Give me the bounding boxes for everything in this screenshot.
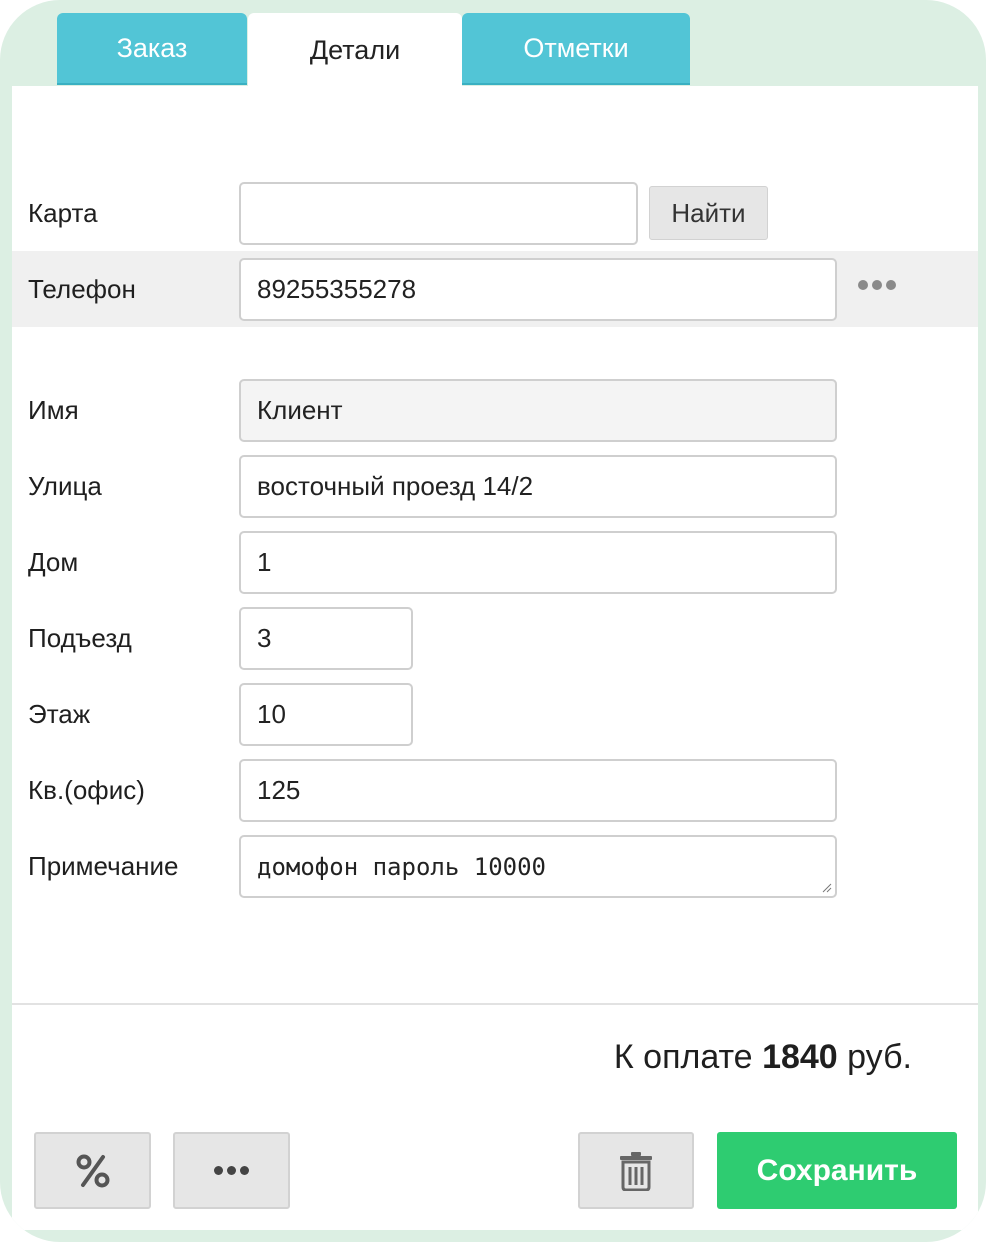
floor-label: Этаж (28, 699, 91, 729)
apartment-label: Кв.(офис) (28, 775, 145, 805)
resize-grip-icon[interactable] (822, 883, 832, 893)
phone-label: Телефон (28, 274, 136, 304)
order-details-window: Заказ Детали Отметки Карта Найти Телефон… (0, 0, 986, 1242)
tab-notes-label: Отметки (523, 32, 629, 63)
entrance-label: Подъезд (28, 623, 132, 653)
entrance-input[interactable]: 3 (239, 607, 413, 670)
apartment-input[interactable]: 125 (239, 759, 837, 822)
name-label: Имя (28, 395, 79, 425)
discount-button[interactable] (34, 1132, 151, 1209)
find-button[interactable]: Найти (649, 186, 768, 240)
total-currency: руб. (847, 1038, 912, 1076)
note-label: Примечание (28, 851, 179, 881)
phone-more-button[interactable] (858, 280, 904, 296)
more-dots-icon (858, 280, 904, 290)
floor-input[interactable]: 10 (239, 683, 413, 746)
tab-details-label: Детали (309, 35, 401, 65)
street-input[interactable]: восточный проезд 14/2 (239, 455, 837, 518)
save-button[interactable]: Сохранить (717, 1132, 957, 1209)
more-actions-button[interactable] (173, 1132, 290, 1209)
find-button-label: Найти (671, 197, 746, 228)
tab-notes[interactable]: Отметки (462, 13, 690, 85)
footer-divider (12, 1003, 978, 1005)
phone-input[interactable]: 89255355278 (239, 258, 837, 321)
tab-details[interactable]: Детали (248, 13, 462, 88)
trash-icon (620, 1151, 652, 1191)
total-value: 1840 (762, 1038, 838, 1076)
house-label: Дом (28, 547, 79, 577)
details-panel: Карта Найти Телефон 89255355278 Имя Клие… (12, 86, 978, 1230)
save-button-label: Сохранить (756, 1153, 918, 1187)
name-input[interactable]: Клиент (239, 379, 837, 442)
total-prefix: К оплате (613, 1038, 753, 1076)
street-label: Улица (28, 471, 102, 501)
card-input[interactable] (239, 182, 638, 245)
tab-order[interactable]: Заказ (57, 13, 247, 85)
house-input[interactable]: 1 (239, 531, 837, 594)
tab-order-label: Заказ (116, 32, 188, 63)
delete-button[interactable] (578, 1132, 694, 1209)
percent-icon (76, 1154, 109, 1187)
note-textarea[interactable]: домофон пароль 10000 (239, 835, 837, 898)
card-label: Карта (28, 198, 98, 228)
note-text: домофон пароль 10000 (257, 853, 546, 881)
more-dots-icon (214, 1166, 249, 1175)
total-amount: К оплате 1840 руб. (614, 1038, 912, 1077)
